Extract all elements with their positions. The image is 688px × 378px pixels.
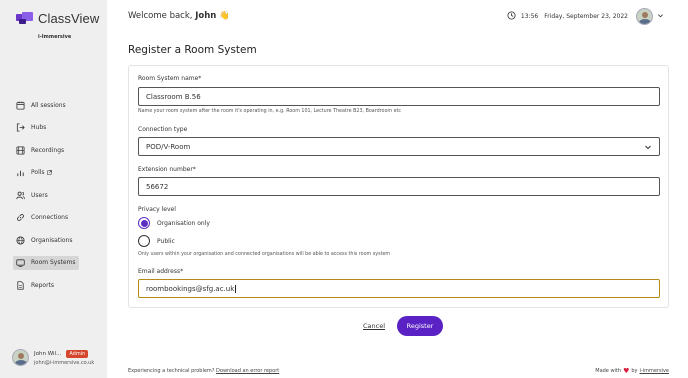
company-link[interactable]: i-immersive xyxy=(640,368,670,374)
chevron-down-icon[interactable] xyxy=(653,12,664,21)
sidebar-item-label: Reports xyxy=(31,281,55,289)
hub-icon xyxy=(16,123,25,132)
radio-label: Public xyxy=(157,237,175,245)
sidebar-item-label: Connections xyxy=(31,214,69,221)
classview-logo-icon xyxy=(16,11,34,26)
radio-checked[interactable] xyxy=(138,217,150,229)
calendar-icon xyxy=(16,100,25,110)
sidebar-item-label: Room Systems xyxy=(31,259,76,266)
register-button[interactable]: Register xyxy=(397,316,443,336)
room-name-input[interactable]: Classroom B.56 xyxy=(138,87,660,106)
privacy-level-label: Privacy level xyxy=(138,206,176,213)
external-link-icon xyxy=(46,170,52,175)
email-value: roombookings@sfg.ac.uk xyxy=(146,284,235,293)
sidebar-item-room-systems[interactable]: Room Systems xyxy=(13,255,79,270)
sidebar-item-label: Hubs xyxy=(31,124,47,131)
logo-subtitle: i-Immersive xyxy=(38,34,72,40)
sidebar-item-all-sessions[interactable]: All sessions xyxy=(13,98,99,112)
sidebar-item-label: Users xyxy=(31,191,48,199)
document-icon xyxy=(16,280,25,290)
user-email: john@i-immersive.co.uk xyxy=(34,359,95,366)
chart-icon xyxy=(16,168,25,177)
admin-badge: Admin xyxy=(66,349,89,358)
footer-problem: Experiencing a technical problem? Downlo… xyxy=(128,368,279,374)
film-icon xyxy=(16,145,25,155)
sidebar-item-label: Polls xyxy=(31,169,45,176)
sidebar-item-polls[interactable]: Polls xyxy=(13,166,99,180)
welcome-name: John xyxy=(195,11,217,21)
globe-icon xyxy=(16,235,25,245)
clock-icon xyxy=(507,11,516,22)
extension-value: 56672 xyxy=(146,182,169,191)
wave-emoji-icon: 👋 xyxy=(219,11,230,21)
cancel-button[interactable]: Cancel xyxy=(363,322,385,330)
users-icon xyxy=(16,191,25,200)
footer-made-with: Made with xyxy=(595,368,622,374)
email-label: Email address* xyxy=(138,268,184,275)
sidebar-item-label: Organisations xyxy=(31,236,73,244)
text-caret xyxy=(235,284,236,293)
sidebar-item-reports[interactable]: Reports xyxy=(13,278,99,292)
radio-label: Organisation only xyxy=(157,219,210,227)
sidebar-item-recordings[interactable]: Recordings xyxy=(13,143,99,157)
current-time: 13:56 xyxy=(520,13,539,20)
chevron-down-icon xyxy=(644,143,652,153)
room-name-label: Room System name* xyxy=(138,75,202,82)
page-title: Register a Room System xyxy=(128,44,257,56)
logo-text: ClassView xyxy=(38,11,100,26)
current-date: Friday, September 23, 2022 xyxy=(544,13,628,20)
connection-type-label: Connection type xyxy=(138,126,188,133)
sidebar-item-label: All sessions xyxy=(31,101,66,109)
privacy-hint: Only users within your organisation and … xyxy=(138,252,391,257)
sidebar-item-organisations[interactable]: Organisations xyxy=(13,233,99,247)
sidebar-nav: All sessions Hubs Recordings Polls Users… xyxy=(13,98,99,301)
app-logo[interactable]: ClassView xyxy=(16,11,99,26)
connection-type-select[interactable]: POD/V-Room xyxy=(138,137,660,156)
user-name: John Wil... xyxy=(34,350,62,357)
link-icon xyxy=(16,213,25,222)
sidebar: ClassView i-Immersive All sessions Hubs … xyxy=(0,0,107,378)
register-form: Room System name* Classroom B.56 Name yo… xyxy=(128,65,669,308)
sidebar-item-label: Recordings xyxy=(31,146,65,154)
radio-unchecked[interactable] xyxy=(138,235,150,247)
privacy-option-public[interactable]: Public xyxy=(138,235,175,247)
tv-icon xyxy=(16,258,25,267)
user-profile[interactable]: John Wil... Admin john@i-immersive.co.uk xyxy=(12,349,94,366)
avatar xyxy=(12,349,29,366)
room-name-hint: Name your room system after the room it'… xyxy=(138,109,402,114)
extension-label: Extension number* xyxy=(138,166,196,173)
footer-by: by xyxy=(631,368,638,374)
header-avatar[interactable] xyxy=(636,8,653,25)
welcome-prefix: Welcome back, xyxy=(128,11,193,21)
sidebar-item-users[interactable]: Users xyxy=(13,188,99,202)
download-error-report-link[interactable]: Download an error report xyxy=(216,368,279,374)
heart-icon: ♥ xyxy=(623,366,630,375)
header-right: 13:56 Friday, September 23, 2022 xyxy=(507,8,664,25)
sidebar-item-hubs[interactable]: Hubs xyxy=(13,121,99,135)
sidebar-item-connections[interactable]: Connections xyxy=(13,211,99,225)
email-input[interactable]: roombookings@sfg.ac.uk xyxy=(138,279,660,298)
extension-input[interactable]: 56672 xyxy=(138,177,660,196)
footer-problem-text: Experiencing a technical problem? xyxy=(128,368,215,374)
footer-credits: Made with ♥ by i-immersive xyxy=(595,366,670,375)
privacy-option-organisation[interactable]: Organisation only xyxy=(138,217,210,229)
welcome-message: Welcome back, John 👋 xyxy=(128,11,230,21)
connection-type-value: POD/V-Room xyxy=(146,142,191,151)
room-name-value: Classroom B.56 xyxy=(146,92,201,101)
